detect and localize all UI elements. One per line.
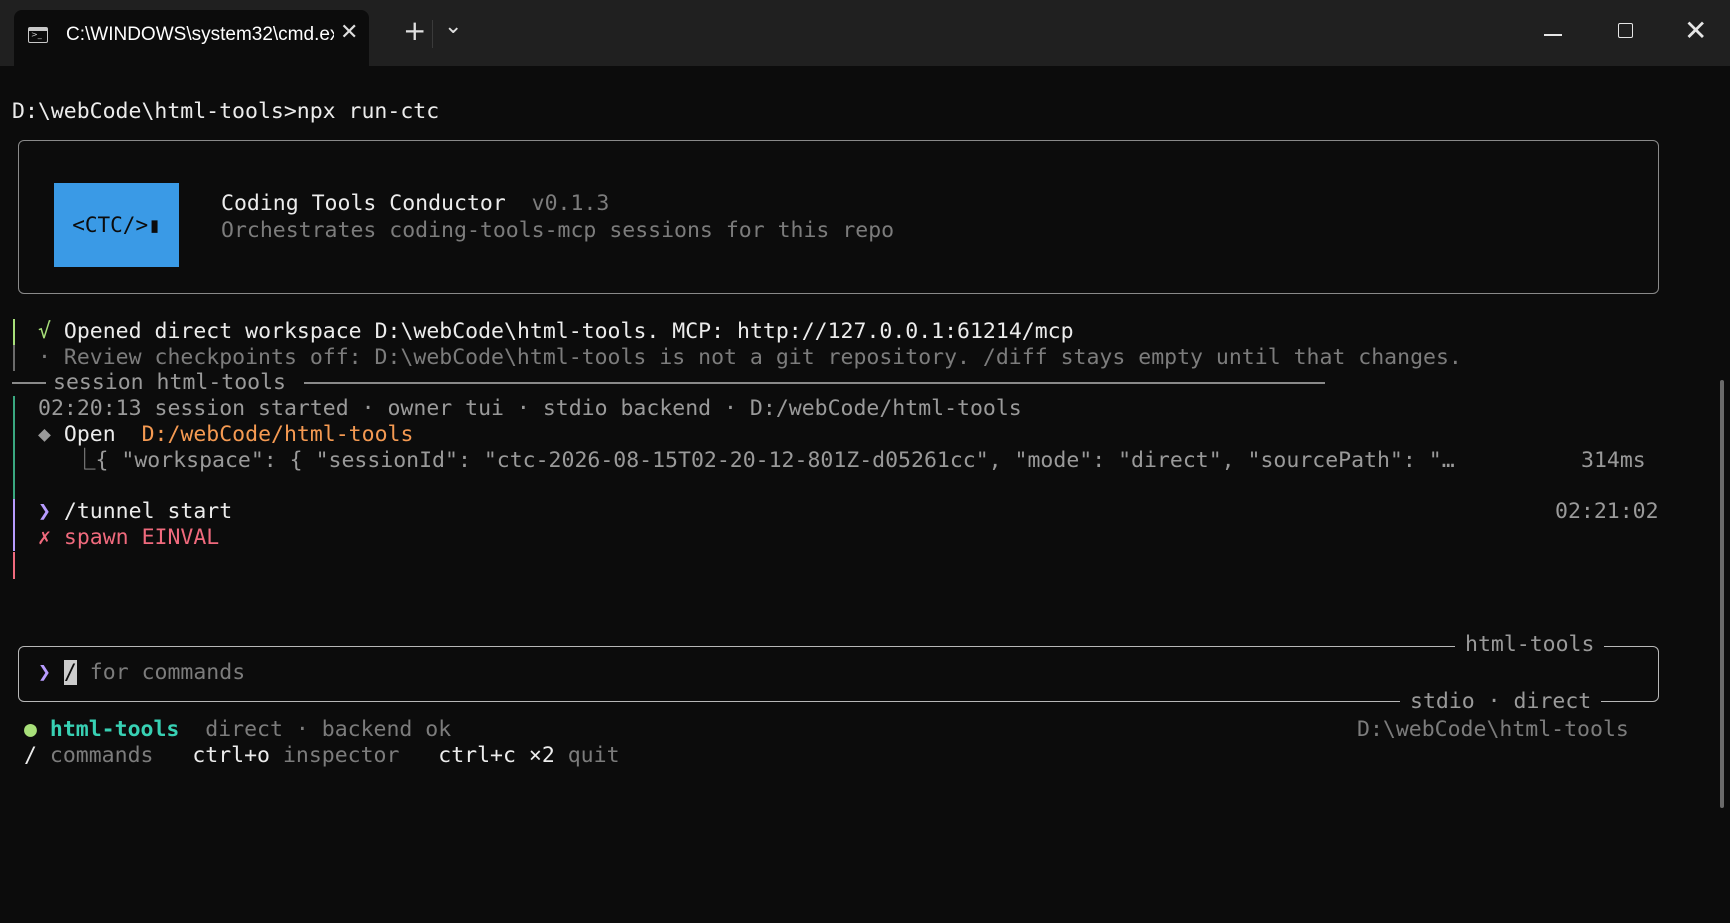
input-box-subtitle: stdio · direct	[1400, 688, 1602, 716]
status-path: D:\webCode\html-tools	[1357, 717, 1629, 742]
terminal-tab[interactable]: >_ C:\WINDOWS\system32\cmd.exe ✕	[14, 10, 369, 66]
scrollbar-thumb[interactable]	[1720, 380, 1724, 808]
input-chevron-icon: ❯	[38, 660, 51, 685]
banner-box	[18, 140, 1659, 294]
status-workspace: html-tools	[49, 717, 180, 742]
minimize-button[interactable]	[1544, 34, 1562, 36]
divider	[432, 20, 433, 48]
tab-title: C:\WINDOWS\system32\cmd.exe	[66, 24, 334, 45]
hint-key: /	[24, 743, 37, 768]
status-line: ● html-tools direct · backend ok	[24, 716, 451, 744]
hint-key: ctrl+o	[192, 743, 270, 768]
tab-dropdown-button[interactable]: ⌄	[444, 14, 462, 39]
hint-key: ctrl+c ×2	[438, 743, 555, 768]
hint-label: inspector	[282, 743, 400, 768]
input-placeholder: for commands	[76, 660, 246, 685]
maximize-button[interactable]	[1618, 23, 1633, 38]
title-bar: >_ C:\WINDOWS\system32\cmd.exe ✕ + ⌄ ✕	[0, 0, 1730, 66]
terminal-content[interactable]: D:\webCode\html-tools>npx run-ctc	[0, 66, 1712, 923]
cmd-icon: >_	[28, 27, 48, 43]
key-hints: / commands ctrl+o inspector ctrl+c ×2 qu…	[24, 742, 620, 770]
close-tab-icon[interactable]: ✕	[340, 20, 358, 45]
hint-label: commands	[49, 743, 154, 768]
status-dot-icon: ●	[24, 717, 37, 742]
ctc-logo: <CTC/>▮	[54, 183, 179, 267]
status-state: direct · backend ok	[205, 717, 452, 742]
new-tab-button[interactable]: +	[403, 14, 426, 47]
command-input[interactable]: ❯ / for commands	[38, 659, 245, 687]
close-window-button[interactable]: ✕	[1684, 14, 1707, 47]
input-box-title: html-tools	[1455, 631, 1605, 659]
hint-label: quit	[567, 743, 620, 768]
shell-prompt-line: D:\webCode\html-tools>npx run-ctc	[12, 99, 440, 124]
text-cursor: /	[63, 660, 77, 685]
